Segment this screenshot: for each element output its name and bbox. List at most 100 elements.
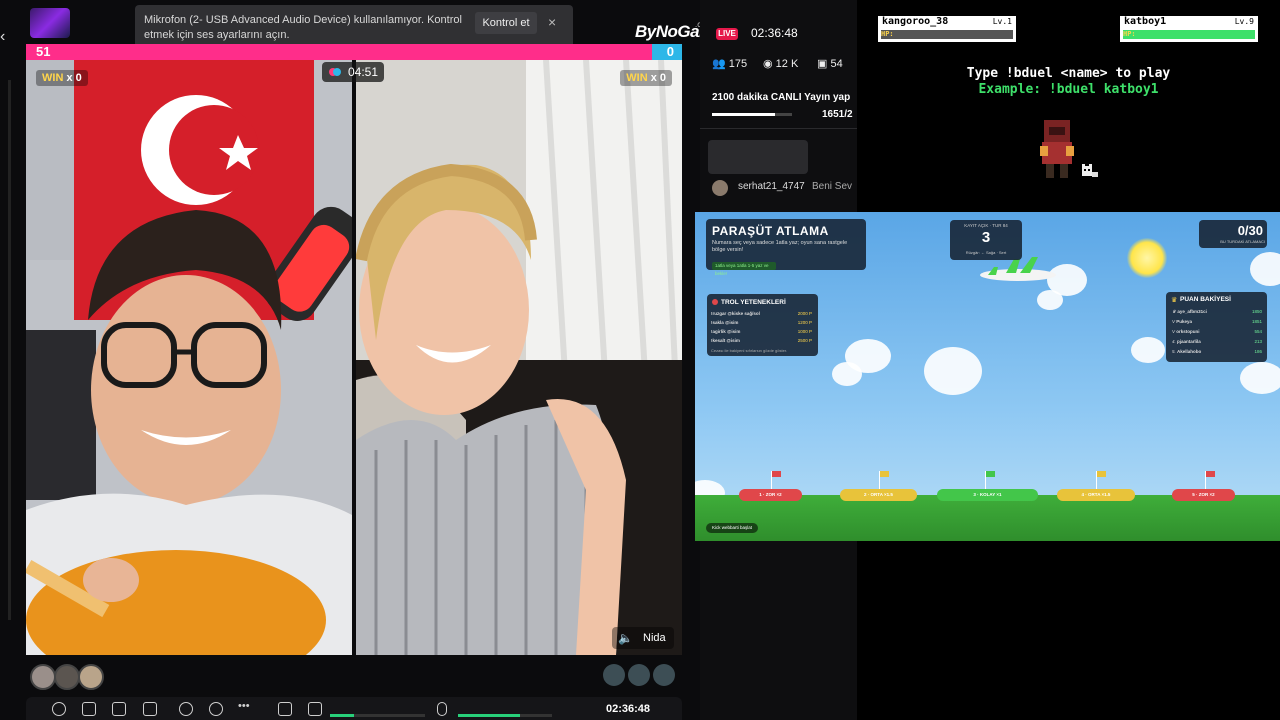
ability-cost: 2000 P (797, 311, 812, 316)
record-icon[interactable] (179, 702, 193, 716)
ability-name: !sakla @isim (711, 320, 739, 325)
host-video-frame (26, 60, 352, 655)
player-hp-card-right: katboy1 Lv.9 HP: (1120, 16, 1258, 42)
guest-name: Nida (643, 632, 666, 644)
game-title: PARAŞÜT ATLAMA (712, 224, 829, 238)
speaker-volume-slider[interactable] (330, 714, 425, 717)
add-icon[interactable] (143, 702, 157, 716)
guest-name-tag[interactable]: 🔈 Nida (612, 627, 674, 649)
hp-label-right: HP: (1123, 30, 1136, 38)
win-counter-left: WIN x 0 (36, 70, 88, 86)
list-item: V orkstopuni 554 (1172, 329, 1262, 334)
airplane (980, 257, 1056, 281)
landing-flag (771, 471, 781, 489)
game-hint: 1atla veya 1atla 1-5 yaz ve bekle! (712, 262, 776, 276)
landing-zone-3: 3 · KOLAY ×1 (937, 489, 1038, 501)
close-icon[interactable]: × (548, 14, 556, 30)
chat-avatar[interactable] (712, 180, 728, 196)
goal-progress-bar (712, 113, 792, 116)
landing-flag (1096, 471, 1106, 489)
hp-bar-left: HP: (881, 30, 1013, 39)
chat-message: Beni Sev (812, 181, 853, 192)
ability-name: !agirlik @isim (711, 329, 741, 334)
stream-goal-title: 2100 dakika CANLI Yayın yap (712, 92, 851, 103)
ground (695, 495, 1280, 541)
list-item: ♛ aye_afbm31ci 1850 (1172, 309, 1262, 315)
points-balance-title: PUAN BAKİYESİ (1180, 296, 1231, 303)
hp-label-left: HP: (881, 30, 894, 38)
mic-volume-fill (458, 714, 520, 717)
speaker-volume-fill (330, 714, 354, 717)
player-name: pjaantarlila (1177, 339, 1201, 344)
guest-seat-icon[interactable] (603, 664, 625, 686)
win-count-right: x 0 (650, 72, 666, 84)
rank: V (1172, 329, 1176, 334)
ability-name: !ruzgar @kiske sağ/sol (711, 311, 760, 316)
effects-icon[interactable] (52, 702, 66, 716)
camera-icon[interactable] (82, 702, 96, 716)
trophy-icon: ♛ (1171, 297, 1178, 304)
list-item: !agirlik @isim 1000 P (711, 329, 814, 334)
landing-zone-2: 2 · ORTA ×1.5 (840, 489, 917, 501)
check-settings-button[interactable]: Kontrol et (475, 12, 537, 34)
goal-progress-fill (712, 113, 776, 116)
stream-duration: 02:36:48 (606, 703, 651, 715)
app-logo (30, 8, 70, 38)
troll-abilities-title: TROL YETENEKLERİ (721, 299, 786, 306)
ability-cost: 1200 P (797, 320, 812, 325)
cloud (1037, 290, 1063, 310)
parachute-game: PARAŞÜT ATLAMA Numara seç veya sadece 1a… (695, 212, 1280, 541)
win-count-left: x 0 (66, 72, 82, 84)
cloud (1240, 362, 1280, 394)
points-balance-card: ♛ PUAN BAKİYESİ ♛ aye_afbm31ci 1850 V Puk… (1166, 292, 1267, 362)
list-item: 5. Akellahobo 186 (1172, 349, 1262, 354)
avatar[interactable] (78, 664, 104, 690)
live-badge: LIVE (716, 28, 738, 40)
wind-info: Rüzgâr: ← Sağa · Sert (965, 250, 1007, 255)
ai-icon[interactable] (112, 702, 126, 716)
speaker-icon[interactable]: 🔈 (618, 627, 633, 649)
cloud (1250, 252, 1280, 286)
gift-icon: ▣ (817, 58, 828, 70)
cloud (832, 362, 862, 386)
battle-icon (329, 68, 341, 76)
microphone-icon[interactable] (437, 702, 447, 716)
capture-icon[interactable] (209, 702, 223, 716)
battle-timer-text: 04:51 (347, 65, 378, 79)
chat-username[interactable]: serhat21_4747 (738, 181, 805, 192)
duel-example: Example: !bduel katboy1 (978, 82, 1159, 97)
battle-score-bar: 51 0 (26, 44, 682, 60)
avatar[interactable] (30, 664, 56, 690)
more-icon[interactable]: ••• (238, 700, 250, 712)
notification-text: Mikrofon (2- USB Advanced Audio Device) … (144, 14, 462, 41)
score-bar-opponent: 0 (652, 44, 682, 60)
list-item: !sakla @isim 1200 P (711, 320, 814, 325)
chevron-left-icon[interactable]: ‹ (0, 28, 5, 46)
kick-button[interactable]: Kick webbarti başlat (706, 523, 758, 533)
win-label: WIN (42, 72, 64, 84)
player-points: 186 (1254, 349, 1262, 354)
duel-instruction: Type !bduel <name> to play (966, 66, 1171, 81)
round-label: KAYIT AÇIK · TUR 84 (964, 223, 1008, 228)
cloud (1131, 337, 1165, 363)
settings-sliders-icon[interactable] (278, 702, 292, 716)
mic-volume-slider[interactable] (458, 714, 552, 717)
landing-zone-1: 1 · ZOR ×2 (739, 489, 802, 501)
gift-count: ▣ 54 (817, 57, 843, 70)
ability-name: !kesalt @isim (711, 338, 740, 343)
player-name: orkstopuni (1176, 329, 1200, 334)
rank: ♛ (1172, 309, 1177, 314)
ability-cost: 1000 P (797, 329, 812, 334)
rank: 5. (1172, 349, 1176, 354)
gift-count-value: 54 (830, 58, 843, 70)
guest-seat-icon[interactable] (653, 664, 675, 686)
avatar[interactable] (54, 664, 80, 690)
guest-seat-icon[interactable] (628, 664, 650, 686)
win-counter-right: WIN x 0 (620, 70, 672, 86)
win-label-right: WIN (626, 72, 648, 84)
guest-video-frame (356, 60, 682, 655)
speaker-icon[interactable] (308, 702, 322, 716)
ability-cost: 2500 P (797, 338, 812, 343)
landing-flag (1205, 471, 1215, 489)
jumper-count: 0/30 (1237, 223, 1263, 238)
